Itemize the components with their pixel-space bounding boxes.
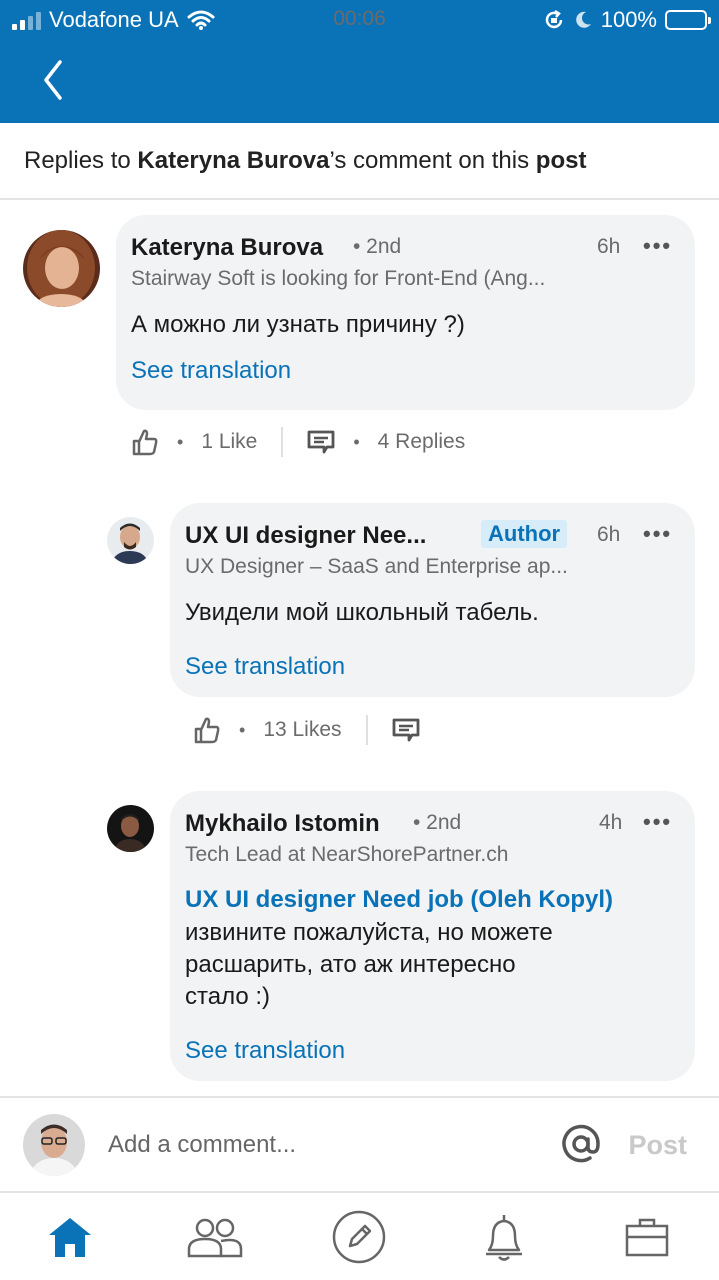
bullet: • bbox=[239, 719, 246, 740]
reply-icon[interactable] bbox=[307, 429, 335, 455]
header-post-link[interactable]: post bbox=[536, 147, 587, 174]
commenter-headline: UX Designer – SaaS and Enterprise ap... bbox=[185, 555, 568, 578]
header-author[interactable]: Kateryna Burova bbox=[137, 147, 329, 174]
connection-degree: • 2nd bbox=[413, 811, 462, 834]
comment-text-line: извините пожалуйста, но можете bbox=[185, 919, 553, 946]
header-prefix: Replies to bbox=[24, 147, 138, 174]
divider bbox=[365, 715, 368, 745]
nav-notifications[interactable] bbox=[474, 1210, 534, 1264]
avatar[interactable] bbox=[107, 805, 154, 852]
like-icon[interactable] bbox=[131, 427, 159, 457]
comment-time: 6h bbox=[597, 235, 621, 258]
bullet: • bbox=[353, 431, 360, 452]
see-translation-link[interactable]: See translation bbox=[185, 1037, 345, 1065]
app-header: Vodafone UA 00:06 100% bbox=[0, 0, 719, 123]
mention-link[interactable]: UX UI designer Need job (Oleh Kopyl) bbox=[185, 884, 613, 916]
replies-header: Replies to Kateryna Burova’s comment on … bbox=[0, 123, 719, 200]
comment-text: Увидели мой школьный табель. bbox=[185, 599, 539, 626]
comment-time: 4h bbox=[599, 811, 623, 834]
battery-percent: 100% bbox=[600, 7, 657, 32]
like-count[interactable]: 13 Likes bbox=[263, 718, 341, 742]
see-translation-link[interactable]: See translation bbox=[185, 653, 345, 681]
post-button[interactable]: Post bbox=[628, 1130, 687, 1161]
my-network-icon bbox=[187, 1218, 243, 1258]
comment-composer: Add a comment... Post bbox=[0, 1096, 719, 1193]
connection-degree: • 2nd bbox=[353, 235, 402, 258]
comment-input[interactable]: Add a comment... bbox=[108, 1131, 296, 1159]
like-count[interactable]: 1 Like bbox=[201, 430, 257, 454]
nav-jobs[interactable] bbox=[617, 1210, 677, 1264]
more-options-icon[interactable]: ••• bbox=[643, 521, 672, 547]
more-options-icon[interactable]: ••• bbox=[643, 233, 672, 259]
comment-text-line: стало :) bbox=[185, 983, 271, 1010]
comment-time: 6h bbox=[597, 523, 621, 546]
back-icon[interactable] bbox=[36, 58, 76, 102]
my-avatar[interactable] bbox=[23, 1114, 85, 1176]
divider bbox=[281, 427, 284, 457]
post-icon bbox=[332, 1210, 386, 1264]
commenter-name[interactable]: UX UI designer Nee... bbox=[185, 522, 426, 550]
commenter-headline: Tech Lead at NearShorePartner.ch bbox=[185, 843, 509, 866]
status-bar: Vodafone UA 00:06 100% bbox=[0, 0, 719, 40]
nav-post[interactable] bbox=[329, 1210, 389, 1264]
comment-actions: • 1 Like • 4 Replies bbox=[131, 425, 465, 459]
commenter-name[interactable]: Kateryna Burova bbox=[131, 234, 323, 262]
comment-text-line: расшарить, ато аж интересно bbox=[185, 951, 516, 978]
mention-at-icon[interactable] bbox=[560, 1123, 602, 1165]
orientation-lock-icon bbox=[545, 9, 562, 29]
home-icon bbox=[49, 1218, 91, 1257]
nav-home[interactable] bbox=[40, 1210, 100, 1264]
moon-icon bbox=[575, 11, 591, 28]
nav-my-network[interactable] bbox=[185, 1210, 245, 1264]
status-right: 100% bbox=[543, 7, 711, 33]
reply-icon[interactable] bbox=[392, 717, 420, 743]
avatar[interactable] bbox=[23, 230, 100, 307]
comment-actions: • 13 Likes bbox=[193, 713, 420, 747]
header-middle: ’s comment on this bbox=[329, 147, 536, 174]
commenter-name[interactable]: Mykhailo Istomin bbox=[185, 810, 380, 838]
commenter-headline: Stairway Soft is looking for Front-End (… bbox=[131, 267, 546, 290]
reply-count[interactable]: 4 Replies bbox=[378, 430, 466, 454]
like-icon[interactable] bbox=[193, 715, 221, 745]
battery-icon bbox=[665, 10, 711, 30]
notifications-icon bbox=[486, 1215, 522, 1261]
more-options-icon[interactable]: ••• bbox=[643, 809, 672, 835]
bottom-nav bbox=[0, 1194, 719, 1280]
avatar[interactable] bbox=[107, 517, 154, 564]
jobs-icon bbox=[625, 1218, 669, 1257]
bullet: • bbox=[177, 431, 184, 452]
see-translation-link[interactable]: See translation bbox=[131, 357, 291, 385]
comment-text: А можно ли узнать причину ?) bbox=[131, 311, 465, 338]
author-badge: Author bbox=[481, 520, 568, 548]
